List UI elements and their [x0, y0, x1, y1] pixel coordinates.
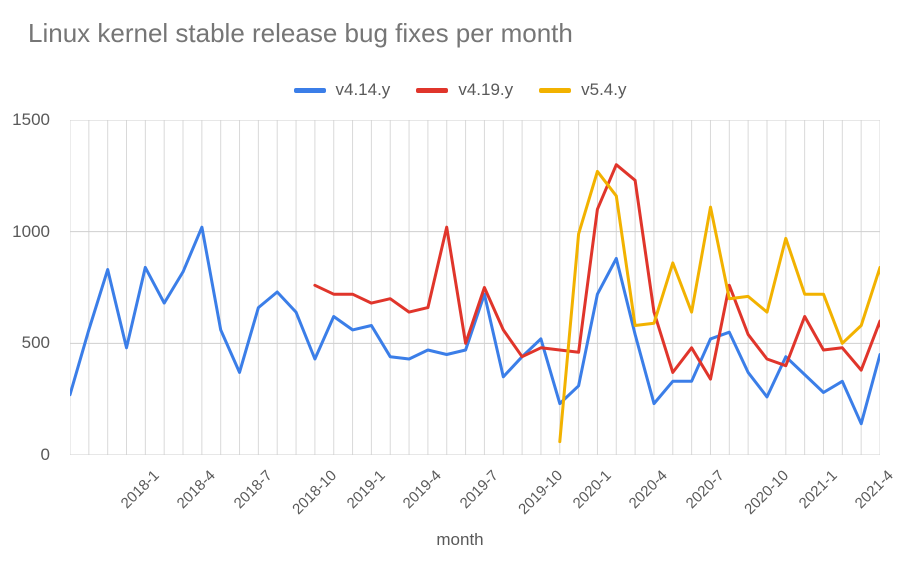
y-tick-label: 500	[0, 333, 50, 353]
y-tick-label: 0	[0, 445, 50, 465]
x-axis-label: month	[0, 530, 920, 550]
x-tick-label: 2020-7	[682, 467, 727, 512]
legend-swatch	[416, 88, 448, 93]
legend-item-v54: v5.4.y	[539, 80, 626, 100]
chart-svg	[70, 120, 880, 455]
x-tick-label: 2021-1	[795, 467, 840, 512]
legend-item-v419: v4.19.y	[416, 80, 513, 100]
y-tick-label: 1000	[0, 222, 50, 242]
legend: v4.14.y v4.19.y v5.4.y	[0, 80, 920, 100]
legend-label: v4.14.y	[336, 80, 391, 100]
x-tick-label: 2019-4	[400, 467, 445, 512]
chart-title: Linux kernel stable release bug fixes pe…	[28, 18, 573, 49]
x-tick-label: 2019-7	[456, 467, 501, 512]
x-tick-label: 2020-1	[569, 467, 614, 512]
y-tick-label: 1500	[0, 110, 50, 130]
x-tick-label: 2020-10	[741, 467, 792, 518]
x-tick-label: 2019-10	[515, 467, 566, 518]
legend-label: v5.4.y	[581, 80, 626, 100]
legend-swatch	[294, 88, 326, 93]
x-tick-label: 2018-1	[117, 467, 162, 512]
plot-area	[70, 120, 880, 455]
legend-label: v4.19.y	[458, 80, 513, 100]
x-tick-label: 2021-4	[852, 467, 897, 512]
x-tick-label: 2019-1	[343, 467, 388, 512]
x-tick-label: 2020-4	[626, 467, 671, 512]
x-tick-label: 2018-4	[174, 467, 219, 512]
legend-item-v414: v4.14.y	[294, 80, 391, 100]
legend-swatch	[539, 88, 571, 93]
x-tick-label: 2018-7	[230, 467, 275, 512]
x-tick-label: 2018-10	[289, 467, 340, 518]
